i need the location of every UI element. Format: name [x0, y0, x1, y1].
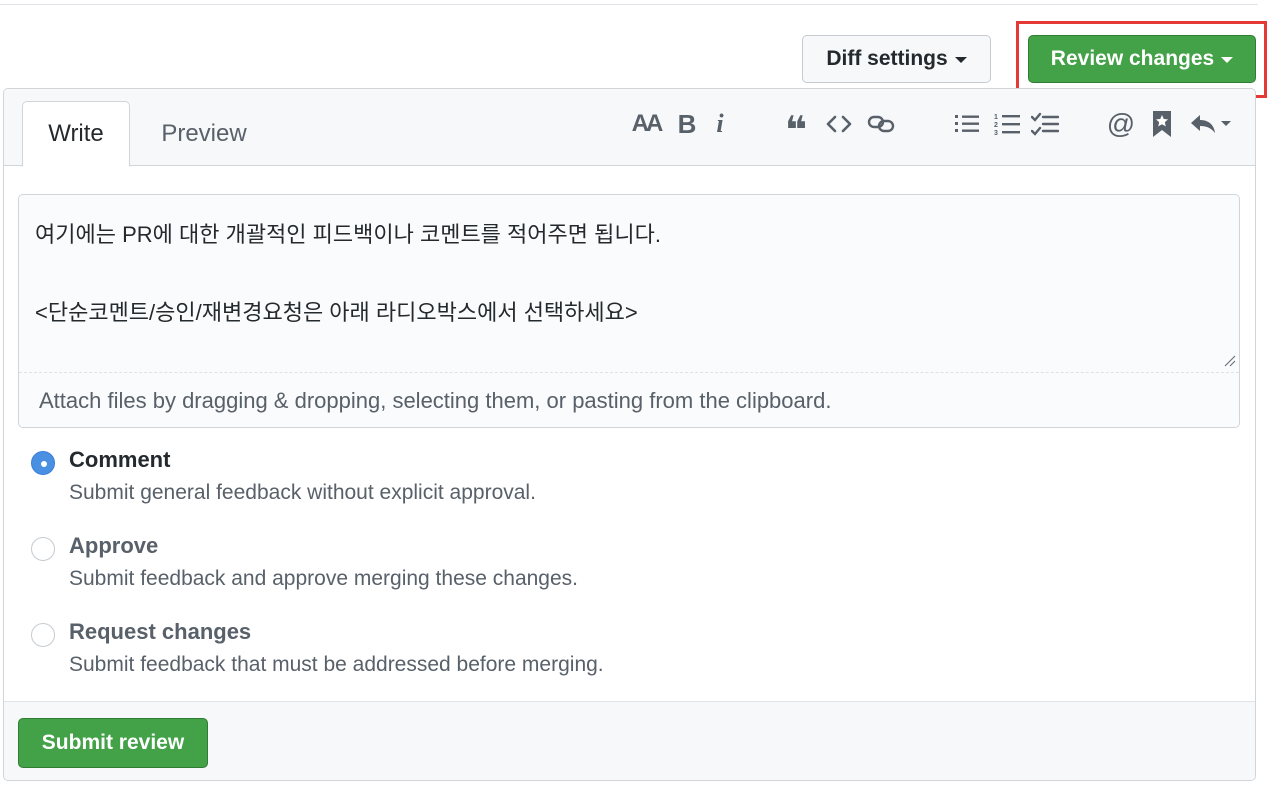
review-changes-label: Review changes	[1050, 47, 1215, 70]
diff-settings-button[interactable]: Diff settings	[802, 35, 991, 83]
review-option-title: Request changes	[69, 619, 252, 644]
caret-down-icon	[1221, 57, 1234, 63]
attach-files-hint: Attach files by dragging & dropping, sel…	[39, 388, 832, 413]
tab-write[interactable]: Write	[22, 101, 130, 167]
resize-handle-icon[interactable]	[1224, 355, 1236, 367]
diff-settings-label: Diff settings	[826, 47, 948, 70]
reply-icon[interactable]	[1187, 107, 1235, 141]
saved-reply-icon[interactable]	[1145, 107, 1179, 141]
top-divider	[0, 4, 1258, 5]
comment-textarea[interactable]: 여기에는 PR에 대한 개괄적인 피드백이나 코멘트를 적어주면 됩니다. <단…	[18, 194, 1240, 428]
review-changes-button[interactable]: Review changes	[1028, 35, 1256, 83]
quote-icon[interactable]: ❝	[779, 107, 813, 152]
comment-radio[interactable]	[31, 451, 55, 475]
text-size-icon[interactable]: AA	[629, 107, 664, 141]
task-list-icon[interactable]	[1028, 107, 1062, 141]
svg-text:1: 1	[994, 114, 998, 121]
unordered-list-icon[interactable]	[950, 107, 984, 141]
code-icon[interactable]	[822, 107, 856, 141]
submit-review-button[interactable]: Submit review	[18, 718, 208, 768]
review-option-description: Submit feedback and approve merging thes…	[69, 567, 578, 590]
review-option-description: Submit feedback that must be addressed b…	[69, 653, 604, 676]
attach-files-area[interactable]: Attach files by dragging & dropping, sel…	[19, 372, 1239, 427]
bold-icon[interactable]: B	[670, 107, 704, 141]
review-panel: Write Preview AA B i ❝ 123 @ 여기에는 PR에 대한…	[3, 88, 1256, 781]
review-option-title: Approve	[69, 533, 159, 558]
svg-text:2: 2	[994, 122, 998, 129]
svg-text:3: 3	[994, 130, 998, 136]
review-option-approve[interactable]: Approve Submit feedback and approve merg…	[31, 533, 931, 603]
ordered-list-icon[interactable]: 123	[990, 107, 1024, 141]
review-option-comment[interactable]: Comment Submit general feedback without …	[31, 447, 931, 517]
caret-down-icon	[954, 57, 967, 63]
tab-preview[interactable]: Preview	[144, 101, 264, 167]
review-option-title: Comment	[69, 447, 171, 472]
editor-tab-bar: Write Preview AA B i ❝ 123 @	[4, 89, 1255, 167]
comment-body: 여기에는 PR에 대한 개괄적인 피드백이나 코멘트를 적어주면 됩니다. <단…	[35, 222, 661, 325]
review-option-request-changes[interactable]: Request changes Submit feedback that mus…	[31, 619, 931, 689]
link-icon[interactable]	[864, 107, 898, 141]
approve-radio[interactable]	[31, 537, 55, 561]
italic-icon[interactable]: i	[703, 107, 737, 141]
review-footer: Submit review	[4, 701, 1255, 780]
mention-icon[interactable]: @	[1104, 107, 1138, 141]
review-option-description: Submit general feedback without explicit…	[69, 481, 536, 504]
request-changes-radio[interactable]	[31, 623, 55, 647]
